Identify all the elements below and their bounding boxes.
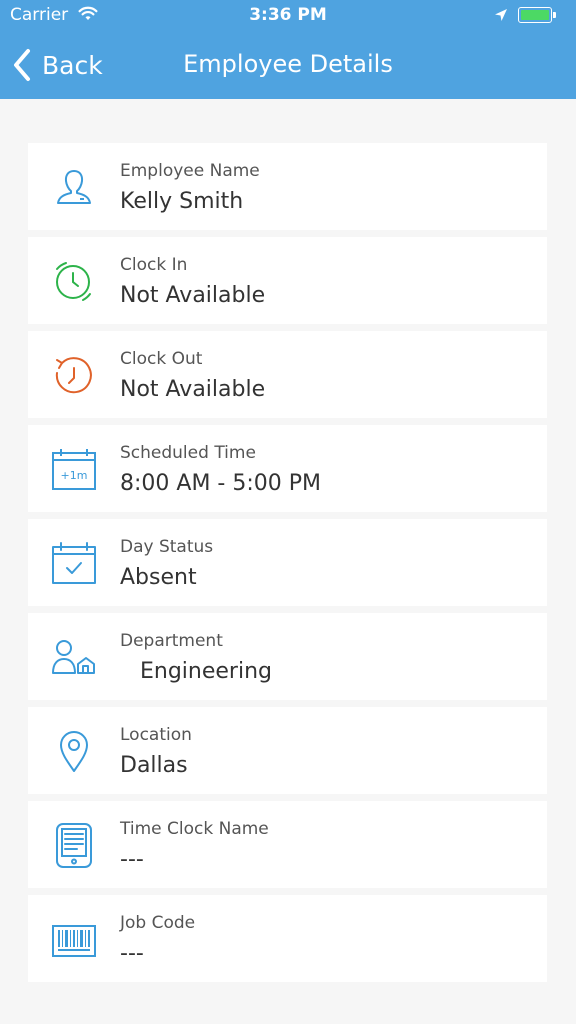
field-value: 8:00 AM - 5:00 PM (120, 471, 321, 496)
field-value: Absent (120, 565, 197, 590)
field-value: Dallas (120, 753, 188, 778)
location-pin-icon (60, 731, 88, 772)
field-label: Clock In (120, 255, 188, 275)
clock-out-icon (55, 357, 92, 394)
detail-row-scheduled-time: +1m Scheduled Time 8:00 AM - 5:00 PM (28, 425, 547, 512)
calendar-plus-text: +1m (61, 469, 88, 482)
battery-icon (518, 7, 552, 23)
calendar-check-icon (52, 542, 96, 584)
field-label: Department (120, 631, 223, 651)
detail-row-job-code: Job Code --- (28, 895, 547, 982)
detail-row-clock-in: Clock In Not Available (28, 237, 547, 324)
department-icon (52, 640, 95, 674)
clock-in-icon (56, 262, 91, 301)
field-label: Employee Name (120, 161, 260, 181)
detail-row-day-status: Day Status Absent (28, 519, 547, 606)
field-value: --- (120, 847, 144, 872)
detail-row-department: Department Engineering (28, 613, 547, 700)
detail-row-clock-out: Clock Out Not Available (28, 331, 547, 418)
field-value: Not Available (120, 283, 266, 308)
field-label: Day Status (120, 537, 214, 557)
field-label: Job Code (120, 913, 196, 933)
status-bar: Carrier 3:36 PM (0, 0, 576, 32)
status-time: 3:36 PM (249, 5, 327, 25)
page-title: Employee Details (183, 50, 393, 78)
detail-row-time-clock-name: Time Clock Name --- (28, 801, 547, 888)
calendar-plus-icon: +1m (52, 449, 96, 490)
field-value: --- (120, 941, 144, 966)
employee-icon (57, 170, 91, 204)
detail-row-location: Location Dallas (28, 707, 547, 794)
field-value: Engineering (140, 659, 272, 684)
barcode-icon (52, 925, 96, 957)
field-label: Clock Out (120, 349, 203, 369)
field-label: Time Clock Name (120, 819, 269, 839)
location-arrow-icon (495, 9, 507, 21)
battery-tip (553, 12, 556, 18)
detail-row-employee-name: Employee Name Kelly Smith (28, 143, 547, 230)
field-value: Kelly Smith (120, 189, 244, 214)
field-label: Location (120, 725, 192, 745)
field-label: Scheduled Time (120, 443, 256, 463)
nav-header: Carrier 3:36 PM Back Employee Details (0, 0, 576, 99)
time-clock-device-icon (56, 823, 92, 868)
field-value: Not Available (120, 377, 266, 402)
